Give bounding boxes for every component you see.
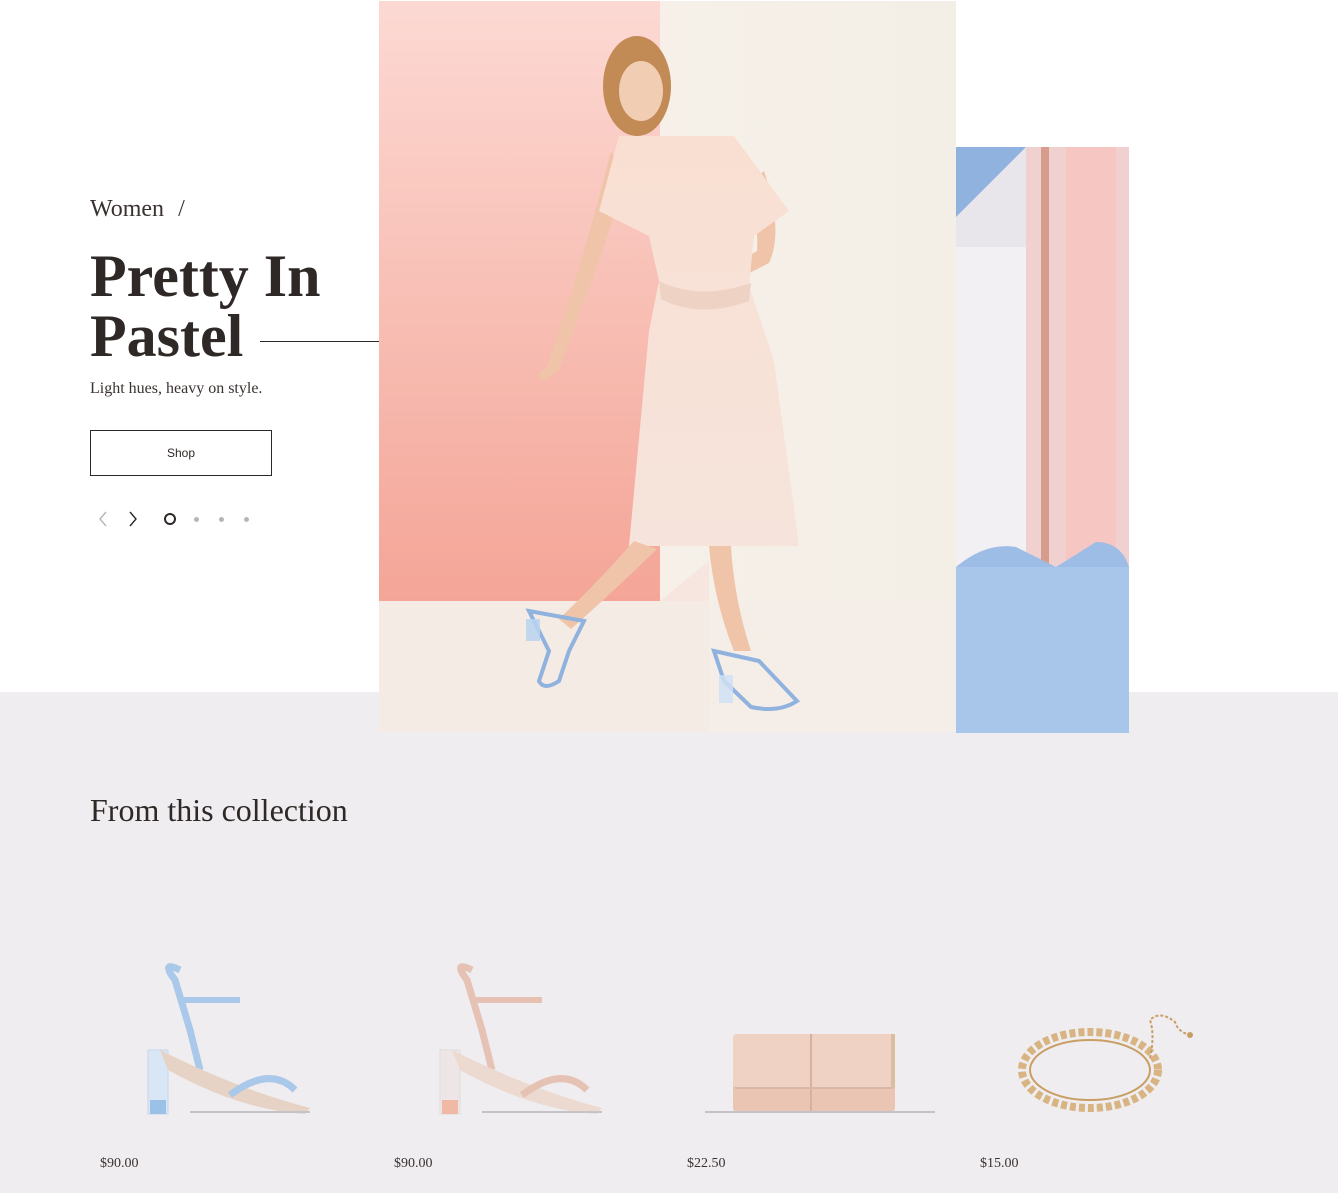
shop-button[interactable]: Shop xyxy=(90,430,272,476)
product-price-4: $15.00 xyxy=(980,1156,1019,1171)
breadcrumb-women-link[interactable]: Women xyxy=(90,196,164,222)
breadcrumb-separator: / xyxy=(178,196,185,222)
product-price-2: $90.00 xyxy=(394,1156,433,1171)
hero-title-line2: Pastel xyxy=(90,303,244,369)
product-card-4[interactable] xyxy=(1000,940,1260,1180)
chevron-right-icon xyxy=(129,511,137,527)
carousel-prev-button[interactable] xyxy=(94,508,112,530)
carousel-next-button[interactable] xyxy=(124,508,142,530)
product-price-1: $90.00 xyxy=(100,1156,139,1171)
chevron-left-icon xyxy=(99,511,107,527)
blush-clutch-image xyxy=(705,1034,935,1113)
hero-subtitle: Light hues, heavy on style. xyxy=(90,380,263,397)
collection-title: From this collection xyxy=(90,792,348,828)
carousel-dot-4[interactable] xyxy=(244,516,249,522)
carousel-dots xyxy=(164,513,269,525)
product-price-3: $22.50 xyxy=(687,1156,726,1171)
blush-heel-sandal-image xyxy=(439,963,602,1115)
product-card-1[interactable] xyxy=(120,940,380,1180)
product-card-2[interactable] xyxy=(412,940,672,1180)
product-card-3[interactable] xyxy=(705,940,965,1180)
hero-title: Pretty In Pastel xyxy=(90,246,321,366)
gold-choker-image xyxy=(1018,1014,1193,1112)
hero-side-image xyxy=(956,147,1129,733)
blue-heel-sandal-image xyxy=(147,963,310,1115)
title-divider xyxy=(260,341,380,342)
carousel-dot-3[interactable] xyxy=(219,516,224,522)
breadcrumb: Women / xyxy=(90,196,185,223)
hero-title-line1: Pretty In xyxy=(90,243,321,309)
carousel-dot-2[interactable] xyxy=(194,516,199,522)
hero-image xyxy=(379,1,956,732)
carousel-dot-1[interactable] xyxy=(164,513,176,525)
carousel-controls xyxy=(94,508,269,530)
